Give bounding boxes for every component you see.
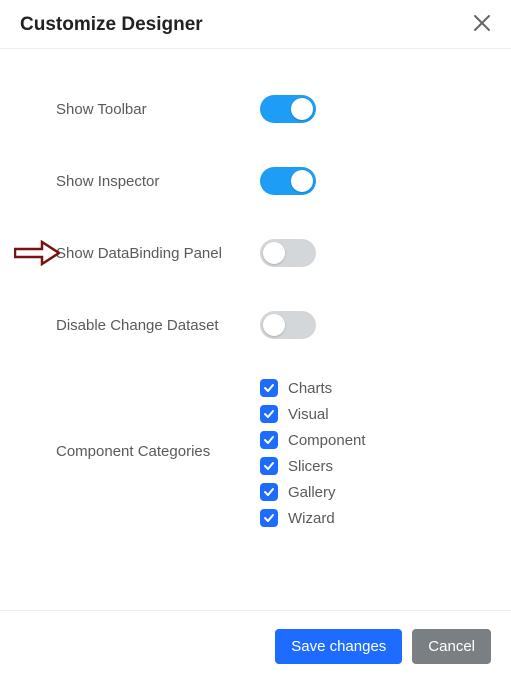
category-item-component: Component — [260, 431, 366, 449]
option-label: Show Toolbar — [20, 101, 260, 118]
category-item-visual: Visual — [260, 405, 329, 423]
category-label: Component — [288, 432, 366, 449]
checkbox-wizard[interactable] — [260, 509, 278, 527]
option-label: Component Categories — [20, 379, 260, 460]
dialog-header: Customize Designer — [0, 0, 511, 49]
dialog-body: Show Toolbar Show Inspector Show DataBin… — [0, 49, 511, 610]
category-label: Gallery — [288, 484, 336, 501]
option-show-databinding: Show DataBinding Panel — [20, 217, 491, 289]
toggle-show-inspector[interactable] — [260, 167, 316, 195]
checkbox-visual[interactable] — [260, 405, 278, 423]
category-item-gallery: Gallery — [260, 483, 336, 501]
close-icon[interactable] — [473, 14, 491, 36]
option-disable-change-dataset: Disable Change Dataset — [20, 289, 491, 361]
checkbox-slicers[interactable] — [260, 457, 278, 475]
option-component-categories: Component Categories Charts Visual Compo… — [20, 361, 491, 551]
dialog-footer: Save changes Cancel — [0, 610, 511, 686]
cancel-button[interactable]: Cancel — [412, 629, 491, 664]
category-label: Charts — [288, 380, 332, 397]
toggle-show-toolbar[interactable] — [260, 95, 316, 123]
option-label: Disable Change Dataset — [20, 317, 260, 334]
checkbox-component[interactable] — [260, 431, 278, 449]
category-list: Charts Visual Component Slicers Gallery — [260, 379, 491, 527]
pointer-arrow-icon — [14, 240, 60, 266]
toggle-disable-change-dataset[interactable] — [260, 311, 316, 339]
category-label: Slicers — [288, 458, 333, 475]
customize-designer-dialog: Customize Designer Show Toolbar Show Ins… — [0, 0, 511, 686]
toggle-show-databinding[interactable] — [260, 239, 316, 267]
category-item-wizard: Wizard — [260, 509, 335, 527]
option-show-inspector: Show Inspector — [20, 145, 491, 217]
category-item-slicers: Slicers — [260, 457, 333, 475]
category-label: Visual — [288, 406, 329, 423]
dialog-title: Customize Designer — [20, 14, 203, 36]
checkbox-charts[interactable] — [260, 379, 278, 397]
option-label: Show Inspector — [20, 173, 260, 190]
category-label: Wizard — [288, 510, 335, 527]
option-show-toolbar: Show Toolbar — [20, 73, 491, 145]
save-button[interactable]: Save changes — [275, 629, 402, 664]
category-item-charts: Charts — [260, 379, 332, 397]
checkbox-gallery[interactable] — [260, 483, 278, 501]
